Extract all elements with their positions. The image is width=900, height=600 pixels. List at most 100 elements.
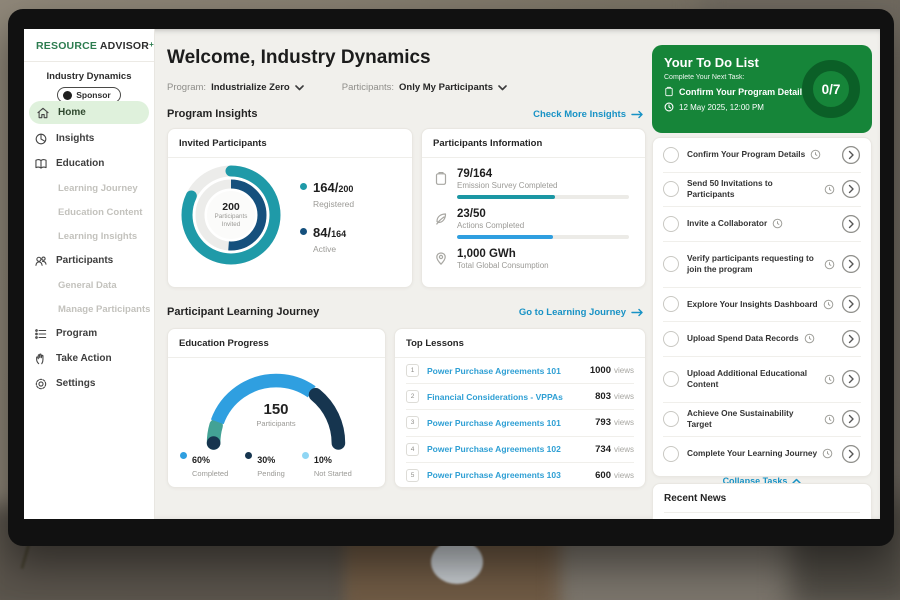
hand-icon — [34, 352, 48, 366]
views-count: 600 — [595, 470, 611, 481]
task-chevron-button[interactable] — [841, 179, 861, 199]
task-checkbox[interactable] — [663, 256, 679, 272]
sidebar-item-learning-journey[interactable]: Learning Journey — [24, 176, 154, 200]
sidebar-item-general-data[interactable]: General Data — [24, 273, 154, 297]
clock-icon — [824, 374, 835, 385]
participants-value: Only My Participants — [399, 82, 493, 93]
lesson-link[interactable]: Power Purchase Agreements 102 — [427, 444, 595, 454]
arrow-right-icon — [631, 110, 644, 119]
todo-progress-value: 0/7 — [800, 58, 862, 120]
todo-task-row[interactable]: Confirm Your Program Details — [663, 138, 861, 173]
section-title: Program Insights — [167, 108, 257, 120]
sidebar-nav: Home Insights Education Learning Journey… — [24, 101, 154, 396]
scene-background: RESOURCE ADVISOR+ Industry Dynamics Spon… — [0, 0, 900, 600]
sidebar-item-take-action[interactable]: Take Action — [24, 346, 154, 371]
todo-task-row[interactable]: Send 50 Invitations to Participants — [663, 173, 861, 208]
clock-icon — [664, 102, 674, 112]
task-checkbox[interactable] — [663, 331, 679, 347]
todo-task-row[interactable]: Upload Spend Data Records — [663, 322, 861, 357]
legend-dot — [300, 183, 307, 190]
org-name: Industry Dynamics — [24, 71, 154, 82]
sidebar-item-home[interactable]: Home — [29, 101, 149, 124]
go-to-learning-journey-link[interactable]: Go to Learning Journey — [519, 307, 644, 318]
lesson-link[interactable]: Power Purchase Agreements 101 — [427, 366, 590, 376]
task-chevron-button[interactable] — [841, 254, 861, 274]
survey-progress-bar — [457, 195, 629, 199]
task-checkbox[interactable] — [663, 296, 679, 312]
task-chevron-button[interactable] — [841, 294, 861, 314]
invited-participants-card: Invited Participants 200 Participants In… — [167, 128, 413, 288]
task-chevron-button[interactable] — [841, 444, 861, 464]
legend-pending: 30% Pending — [245, 450, 285, 478]
task-checkbox[interactable] — [663, 446, 679, 462]
todo-task-row[interactable]: Verify participants requesting to join t… — [663, 242, 861, 288]
views-suffix: views — [614, 366, 634, 375]
task-chevron-button[interactable] — [841, 369, 861, 389]
task-checkbox[interactable] — [663, 371, 679, 387]
views-suffix: views — [614, 471, 634, 480]
task-checkbox[interactable] — [663, 216, 679, 232]
views-count: 803 — [595, 391, 611, 402]
legend-dot — [302, 452, 309, 459]
monitor-bezel: RESOURCE ADVISOR+ Industry Dynamics Spon… — [8, 9, 894, 546]
list-icon — [34, 327, 48, 341]
todo-task-row[interactable]: Achieve One Sustainability Target — [663, 403, 861, 438]
task-checkbox[interactable] — [663, 411, 679, 427]
program-insights-header: Program Insights Check More Insights — [167, 108, 644, 120]
task-chevron-button[interactable] — [841, 145, 861, 165]
task-label: Send 50 Invitations to Participants — [687, 178, 819, 200]
learning-journey-header: Participant Learning Journey Go to Learn… — [167, 306, 644, 318]
gear-icon — [34, 377, 48, 391]
donut-legend: 164/200 Registered 84/164 Active — [300, 179, 354, 269]
legend-dot — [245, 452, 252, 459]
rank-badge: 2 — [406, 390, 419, 403]
legend-completed: 60% Completed — [180, 450, 228, 478]
participants-select[interactable]: Participants: Only My Participants — [342, 82, 507, 93]
todo-task-row[interactable]: Explore Your Insights Dashboard — [663, 288, 861, 323]
sidebar-item-insights[interactable]: Insights — [24, 126, 154, 151]
leaf-icon — [434, 211, 448, 226]
lesson-link[interactable]: Power Purchase Agreements 101 — [427, 418, 595, 428]
sidebar-item-manage-participants[interactable]: Manage Participants — [24, 297, 154, 321]
logo-resource: RESOURCE — [36, 40, 97, 52]
sidebar-item-settings[interactable]: Settings — [24, 371, 154, 396]
legend-registered: 164/200 Registered — [300, 179, 354, 209]
task-checkbox[interactable] — [663, 181, 679, 197]
views-suffix: views — [614, 418, 634, 427]
todo-tasks-card: Confirm Your Program Details Send 50 Inv… — [652, 137, 872, 477]
task-label: Upload Additional Educational Content — [687, 368, 819, 390]
sponsor-badge-icon — [63, 91, 72, 100]
chevron-down-icon — [295, 85, 304, 91]
task-chevron-button[interactable] — [841, 409, 861, 429]
todo-task-row[interactable]: Upload Additional Educational Content — [663, 357, 861, 403]
page-title: Welcome, Industry Dynamics — [167, 47, 431, 69]
section-title: Participant Learning Journey — [167, 306, 319, 318]
sidebar-item-participants[interactable]: Participants — [24, 248, 154, 273]
sidebar-item-education[interactable]: Education — [24, 151, 154, 176]
todo-task-row[interactable]: Complete Your Learning Journey — [663, 437, 861, 471]
card-title: Top Lessons — [395, 329, 645, 358]
arrow-right-icon — [631, 308, 644, 317]
sidebar-item-learning-insights[interactable]: Learning Insights — [24, 224, 154, 248]
lesson-link[interactable]: Power Purchase Agreements 103 — [427, 470, 595, 480]
task-chevron-button[interactable] — [841, 329, 861, 349]
lesson-row: 1 Power Purchase Agreements 101 1000 vie… — [406, 358, 634, 384]
top-lessons-card: Top Lessons 1 Power Purchase Agreements … — [394, 328, 646, 488]
recent-news-card: Recent News — [652, 483, 872, 519]
legend-dot — [180, 452, 187, 459]
lesson-link[interactable]: Financial Considerations - VPPAs — [427, 392, 595, 402]
task-chevron-button[interactable] — [841, 214, 861, 234]
task-checkbox[interactable] — [663, 147, 679, 163]
lesson-row: 4 Power Purchase Agreements 102 734 view… — [406, 437, 634, 463]
todo-task-row[interactable]: Invite a Collaborator — [663, 207, 861, 242]
sidebar-item-program[interactable]: Program — [24, 321, 154, 346]
program-select[interactable]: Program: Industrialize Zero — [167, 82, 304, 93]
stat-emission-survey: 79/164 Emission Survey Completed — [434, 168, 633, 199]
todo-summary-card: Your To Do List Complete Your Next Task:… — [652, 45, 872, 133]
info-stats: 79/164 Emission Survey Completed 23/50 A… — [422, 158, 645, 278]
clock-icon — [824, 184, 835, 195]
check-more-insights-link[interactable]: Check More Insights — [533, 109, 644, 120]
education-progress-card: Education Progress 150 Participants 60% … — [167, 328, 386, 488]
gauge-legend: 60% Completed 30% Pending 10% Not Starte… — [180, 450, 352, 478]
sidebar-item-education-content[interactable]: Education Content — [24, 200, 154, 224]
